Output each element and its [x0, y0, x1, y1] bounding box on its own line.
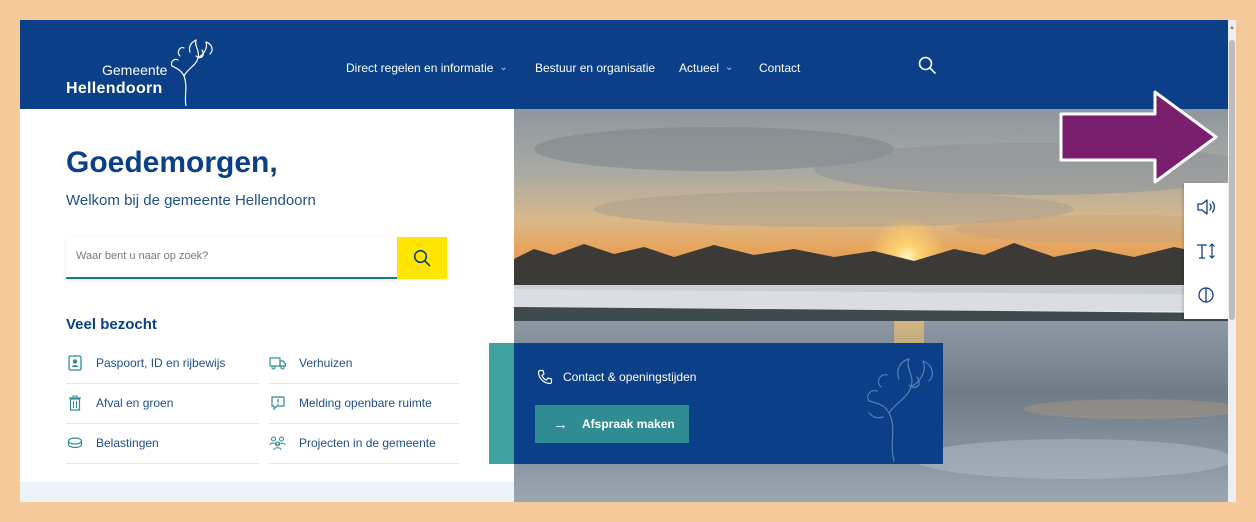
- contact-card: Contact & openingstijden → Afspraak make…: [514, 343, 943, 464]
- link-projecten-label: Projecten in de gemeente: [299, 436, 436, 450]
- phone-icon: [537, 369, 553, 385]
- people-icon: [269, 435, 287, 451]
- nav-bestuur-label: Bestuur en organisatie: [535, 61, 656, 75]
- chevron-down-icon: ⌄: [499, 61, 508, 73]
- speaker-icon: [1197, 199, 1216, 215]
- alert-bubble-icon: [269, 395, 287, 411]
- text-size-icon: [1197, 243, 1215, 259]
- text-size-button[interactable]: [1184, 231, 1228, 271]
- browser-viewport: Gemeente Hellendoorn Direct regelen en i…: [20, 20, 1236, 502]
- contrast-icon: [1198, 287, 1214, 303]
- link-afval-label: Afval en groen: [96, 396, 174, 410]
- annotation-arrow-icon: [1059, 90, 1218, 184]
- nav-actueel-label: Actueel: [679, 61, 720, 75]
- scroll-up-icon[interactable]: ▲: [1228, 23, 1236, 33]
- contact-link[interactable]: Contact & openingstijden: [537, 369, 696, 385]
- contact-link-label: Contact & openingstijden: [563, 370, 697, 384]
- site-search-field: [66, 237, 397, 279]
- coins-icon: [66, 435, 84, 451]
- id-card-icon: [66, 355, 84, 371]
- link-belastingen[interactable]: Belastingen: [66, 423, 259, 464]
- nav-contact-label: Contact: [759, 61, 801, 75]
- scrollbar-thumb[interactable]: [1229, 40, 1235, 320]
- afspraak-maken-button[interactable]: → Afspraak maken: [535, 405, 689, 443]
- truck-icon: [269, 355, 287, 371]
- site-header: Gemeente Hellendoorn Direct regelen en i…: [20, 20, 1236, 109]
- search-input[interactable]: [66, 237, 376, 275]
- afspraak-maken-label: Afspraak maken: [582, 417, 675, 431]
- logo-line-2: Hellendoorn: [66, 80, 163, 97]
- accessibility-toolbar: [1184, 183, 1228, 319]
- nav-actueel[interactable]: Actueel ⌄: [679, 61, 733, 75]
- link-belastingen-label: Belastingen: [96, 436, 159, 450]
- tree-logo-icon: [170, 39, 213, 106]
- nav-direct-regelen-label: Direct regelen en informatie: [346, 61, 494, 75]
- header-search-button[interactable]: [918, 56, 936, 79]
- contrast-button[interactable]: [1184, 275, 1228, 315]
- link-paspoort-label: Paspoort, ID en rijbewijs: [96, 356, 226, 370]
- welcome-text: Welkom bij de gemeente Hellendoorn: [66, 192, 316, 209]
- link-projecten[interactable]: Projecten in de gemeente: [269, 423, 459, 464]
- veel-bezocht-heading: Veel bezocht: [66, 316, 157, 333]
- search-icon: [413, 249, 431, 267]
- arrow-right-icon: →: [553, 415, 568, 433]
- nav-contact[interactable]: Contact: [759, 61, 800, 75]
- link-afval[interactable]: Afval en groen: [66, 383, 259, 424]
- tree-watermark-icon: [867, 358, 933, 462]
- greeting-heading: Goedemorgen,: [66, 146, 278, 179]
- nav-bestuur[interactable]: Bestuur en organisatie: [535, 61, 655, 75]
- link-melding[interactable]: Melding openbare ruimte: [269, 383, 459, 424]
- search-submit-button[interactable]: [397, 237, 447, 279]
- search-icon: [918, 56, 936, 74]
- link-paspoort[interactable]: Paspoort, ID en rijbewijs: [66, 343, 259, 384]
- link-verhuizen-label: Verhuizen: [299, 356, 353, 370]
- page-scrollbar[interactable]: ▲: [1228, 20, 1236, 502]
- trash-icon: [66, 395, 84, 411]
- nav-direct-regelen[interactable]: Direct regelen en informatie ⌄: [346, 61, 508, 75]
- section-divider-strip: [20, 482, 514, 502]
- read-aloud-button[interactable]: [1184, 187, 1228, 227]
- link-melding-label: Melding openbare ruimte: [299, 396, 432, 410]
- link-verhuizen[interactable]: Verhuizen: [269, 343, 459, 384]
- chevron-down-icon: ⌄: [725, 61, 734, 73]
- logo-line-1: Gemeente: [102, 62, 168, 78]
